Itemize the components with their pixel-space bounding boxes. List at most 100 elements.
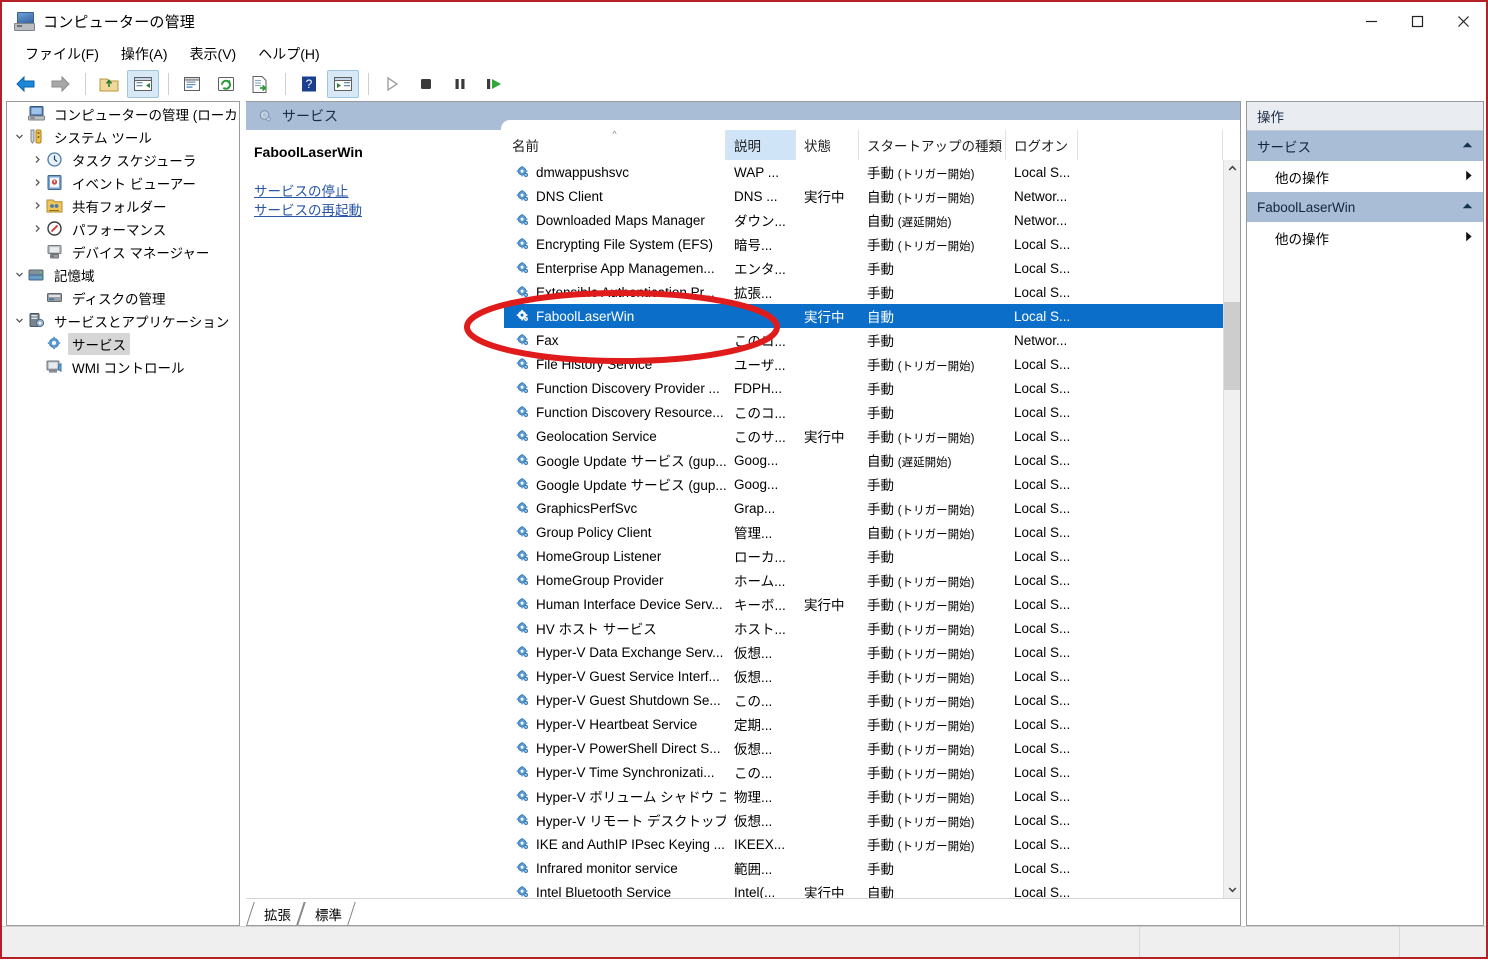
table-row[interactable]: Hyper-V Heartbeat Service 定期... 手動 (トリガー開始… [504, 712, 1240, 736]
tree-event-viewer[interactable]: イベント ビューアー [7, 171, 239, 194]
chevron-up-icon[interactable] [1462, 202, 1473, 213]
table-row[interactable]: Google Update サービス (gup... Goog... 手動 Local… [504, 472, 1240, 496]
tree-performance[interactable]: パフォーマンス [7, 217, 239, 240]
chevron-right-icon[interactable] [29, 178, 45, 187]
table-row[interactable]: Function Discovery Provider ... FDPH... 手動… [504, 376, 1240, 400]
show-hide-action-pane-icon[interactable] [327, 70, 359, 98]
scrollbar-track[interactable] [1223, 177, 1240, 881]
menu-file[interactable]: ファイル(F) [14, 41, 110, 67]
properties-icon[interactable] [176, 70, 208, 98]
table-row[interactable]: Encrypting File System (EFS) 暗号... 手動 (トリガ… [504, 232, 1240, 256]
table-row[interactable]: Function Discovery Resource... このコ... 手動 Lo… [504, 400, 1240, 424]
cell-logon-as: Local S... [1014, 788, 1071, 804]
vertical-scrollbar[interactable] [1223, 160, 1240, 898]
table-row[interactable]: Human Interface Device Serv... キーボ... 実行中 手… [504, 592, 1240, 616]
chevron-down-icon[interactable] [11, 316, 27, 325]
scrollbar-thumb[interactable] [1223, 302, 1240, 390]
forward-icon[interactable] [44, 70, 76, 98]
table-row[interactable]: Downloaded Maps Manager ダウン... 自動 (遅延開始) Ne… [504, 208, 1240, 232]
table-row[interactable]: HomeGroup Provider ホーム... 手動 (トリガー開始) Local… [504, 568, 1240, 592]
tree-system-tools[interactable]: システム ツール [7, 125, 239, 148]
column-description[interactable]: 説明 [726, 130, 796, 160]
table-row[interactable]: Intel Bluetooth Service Intel(... 実行中 自動 Loc… [504, 880, 1240, 898]
tree-task-scheduler[interactable]: タスク スケジューラ [7, 148, 239, 171]
table-row[interactable]: GraphicsPerfSvc Grap... 手動 (トリガー開始) Local S… [504, 496, 1240, 520]
action-group-fabool[interactable]: FaboolLaserWin [1247, 192, 1483, 222]
service-name-text: Hyper-V リモート デスクトップ仮... [536, 814, 726, 829]
chevron-up-icon[interactable] [1462, 141, 1473, 152]
start-service-icon[interactable] [376, 70, 408, 98]
menu-help[interactable]: ヘルプ(H) [247, 41, 330, 67]
column-name[interactable]: ^ 名前 [504, 130, 726, 160]
tree-label: WMI コントロール [72, 360, 185, 376]
action-group-services[interactable]: サービス [1247, 131, 1483, 161]
table-row[interactable]: Geolocation Service このサ... 実行中 手動 (トリガー開始) L… [504, 424, 1240, 448]
chevron-right-icon[interactable] [29, 201, 45, 210]
help-icon[interactable]: ? [293, 70, 325, 98]
table-row[interactable]: Hyper-V Guest Service Interf... 仮想... 手動 (… [504, 664, 1240, 688]
action-more-actions-services[interactable]: 他の操作 [1247, 161, 1483, 192]
service-name-text: Geolocation Service [536, 428, 657, 444]
tree-shared-folders[interactable]: 共有フォルダー [7, 194, 239, 217]
stop-service-link[interactable]: サービスの停止 [254, 182, 503, 201]
table-row[interactable]: Hyper-V リモート デスクトップ仮... 仮想... 手動 (トリガー開始) L… [504, 808, 1240, 832]
chevron-right-icon[interactable] [29, 155, 45, 164]
table-row[interactable]: Hyper-V Guest Shutdown Se... この... 手動 (トリガ… [504, 688, 1240, 712]
tree-services-and-applications[interactable]: サービスとアプリケーション [7, 309, 239, 332]
tab-extended[interactable]: 拡張 [250, 902, 301, 925]
table-row[interactable]: File History Service ユーザ... 手動 (トリガー開始) Loc… [504, 352, 1240, 376]
console-tree[interactable]: コンピューターの管理 (ローカル) システム ツール タスク スケジューラ イベ… [6, 101, 240, 926]
tab-standard[interactable]: 標準 [301, 902, 352, 925]
table-row[interactable]: IKE and AuthIP IPsec Keying ... IKEEX... 手… [504, 832, 1240, 856]
table-row[interactable]: FaboolLaserWin 実行中 自動 Local S... [504, 304, 1240, 328]
table-row[interactable]: Infrared monitor service 範囲... 手動 Local S..… [504, 856, 1240, 880]
chevron-right-icon[interactable] [29, 224, 45, 233]
back-icon[interactable] [10, 70, 42, 98]
up-folder-icon[interactable] [93, 70, 125, 98]
tree-services[interactable]: サービス [7, 332, 239, 355]
tree-wmi-control[interactable]: WMI コントロール [7, 355, 239, 378]
tree-storage[interactable]: 記憶域 [7, 263, 239, 286]
table-row[interactable]: Extensible Authentication Pr... 拡張... 手動 Lo… [504, 280, 1240, 304]
table-row[interactable]: Google Update サービス (gup... Goog... 自動 (遅延開… [504, 448, 1240, 472]
table-row[interactable]: dmwappushsvc WAP ... 手動 (トリガー開始) Local S... [504, 160, 1240, 184]
table-row[interactable]: Fax このコ... 手動 Networ... [504, 328, 1240, 352]
table-row[interactable]: DNS Client DNS ... 実行中 自動 (トリガー開始) Networ... [504, 184, 1240, 208]
pause-service-icon[interactable] [444, 70, 476, 98]
performance-icon [45, 221, 64, 236]
chevron-down-icon[interactable] [11, 132, 27, 141]
column-status[interactable]: 状態 [796, 130, 859, 160]
services-pane: サービス FaboolLaserWin サービスの停止 サービスの再起動 ^ 名… [246, 101, 1241, 926]
service-name-text: Intel Bluetooth Service [536, 884, 672, 899]
column-logon-as[interactable]: ログオン [1006, 130, 1078, 160]
table-row[interactable]: HomeGroup Listener ローカ... 手動 Local S... [504, 544, 1240, 568]
table-row[interactable]: Hyper-V PowerShell Direct S... 仮想... 手動 (ト… [504, 736, 1240, 760]
table-row[interactable]: Hyper-V Time Synchronizati... この... 手動 (トリ… [504, 760, 1240, 784]
tree-disk-management[interactable]: ディスクの管理 [7, 286, 239, 309]
close-button[interactable] [1440, 2, 1486, 40]
table-row[interactable]: Group Policy Client 管理... 自動 (トリガー開始) Local… [504, 520, 1240, 544]
stop-service-icon[interactable] [410, 70, 442, 98]
table-row[interactable]: Enterprise App Managemen... エンタ... 手動 Local… [504, 256, 1240, 280]
show-hide-console-tree-icon[interactable] [127, 70, 159, 98]
tree-computer-management-local[interactable]: コンピューターの管理 (ローカル) [7, 102, 239, 125]
minimize-button[interactable] [1348, 2, 1394, 40]
table-row[interactable]: HV ホスト サービス ホスト... 手動 (トリガー開始) Local S... [504, 616, 1240, 640]
refresh-icon[interactable] [210, 70, 242, 98]
cell-status: 実行中 [804, 886, 845, 898]
menu-action[interactable]: 操作(A) [110, 41, 179, 67]
scroll-up-icon[interactable] [1224, 160, 1241, 177]
menu-view[interactable]: 表示(V) [179, 41, 248, 67]
export-list-icon[interactable] [244, 70, 276, 98]
list-rows[interactable]: dmwappushsvc WAP ... 手動 (トリガー開始) Local S...… [504, 160, 1240, 898]
column-startup-type[interactable]: スタートアップの種類 [859, 130, 1006, 160]
scroll-down-icon[interactable] [1224, 881, 1241, 898]
restart-service-link[interactable]: サービスの再起動 [254, 201, 503, 220]
restart-service-icon[interactable] [478, 70, 510, 98]
table-row[interactable]: Hyper-V ボリューム シャドウ コピ... 物理... 手動 (トリガー開始)… [504, 784, 1240, 808]
tree-device-manager[interactable]: デバイス マネージャー [7, 240, 239, 263]
chevron-down-icon[interactable] [11, 270, 27, 279]
table-row[interactable]: Hyper-V Data Exchange Serv... 仮想... 手動 (トリ… [504, 640, 1240, 664]
action-more-actions-fabool[interactable]: 他の操作 [1247, 222, 1483, 253]
maximize-button[interactable] [1394, 2, 1440, 40]
